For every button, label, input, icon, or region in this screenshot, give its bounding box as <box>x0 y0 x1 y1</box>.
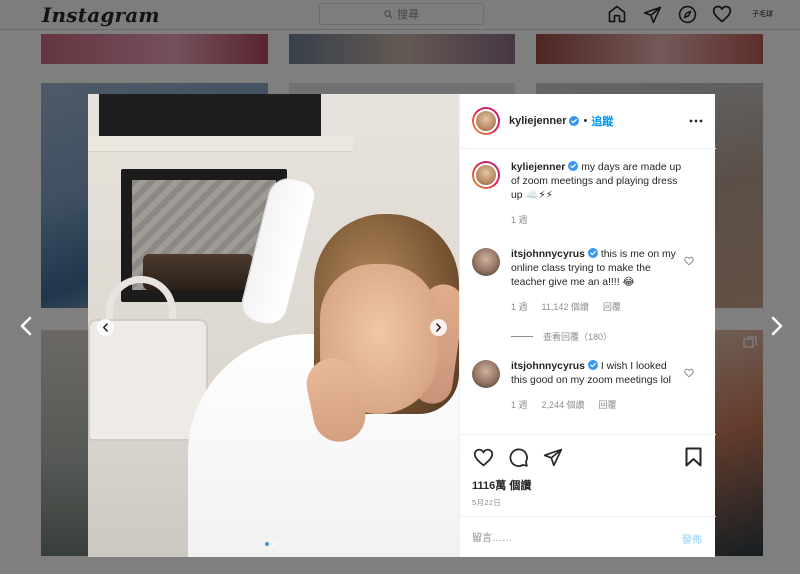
more-icon <box>689 119 703 123</box>
post-date[interactable]: 5月22日 <box>472 497 501 508</box>
photo-mantel <box>88 136 353 152</box>
comment-time[interactable]: 1 週 <box>511 300 528 313</box>
chevron-left-icon <box>103 323 108 332</box>
comment-likes[interactable]: 2,244 個讚 <box>542 398 585 411</box>
like-comment-icon[interactable] <box>684 368 694 378</box>
previous-post-button[interactable] <box>15 313 37 339</box>
carousel-prev-button[interactable] <box>97 319 114 336</box>
avatar[interactable] <box>472 248 500 276</box>
reply-button[interactable]: 回覆 <box>599 398 617 411</box>
next-post-button[interactable] <box>766 313 788 339</box>
save-icon <box>685 447 701 467</box>
post-modal: kyliejenner • 追蹤 kyliejenner my days are… <box>88 94 716 557</box>
comment-item: itsjohnnycyrus I wish I looked this good… <box>472 360 704 411</box>
share-button[interactable] <box>542 446 564 468</box>
like-button[interactable] <box>472 446 494 468</box>
verified-badge-icon <box>569 116 580 126</box>
comments-list[interactable]: kyliejenner my days are made up of zoom … <box>460 150 716 434</box>
comment-time[interactable]: 1 週 <box>511 398 528 411</box>
verified-badge-icon <box>587 248 598 258</box>
post-comment-button[interactable]: 發佈 <box>682 531 702 546</box>
comment-input[interactable] <box>472 529 662 547</box>
carousel-dot <box>265 542 269 546</box>
author-username[interactable]: kyliejenner <box>509 115 566 127</box>
post-photo[interactable] <box>88 94 459 557</box>
chevron-right-icon <box>436 323 441 332</box>
post-header: kyliejenner • 追蹤 <box>460 94 716 149</box>
view-replies-label: 查看回覆（180） <box>543 332 613 342</box>
like-comment-icon[interactable] <box>684 256 694 266</box>
post-actions: 1116萬 個讚 5月22日 發佈 <box>460 434 716 557</box>
share-icon <box>543 448 563 467</box>
avatar[interactable] <box>472 107 500 135</box>
carousel-dots <box>265 542 276 546</box>
likes-count[interactable]: 1116萬 個讚 <box>472 477 531 493</box>
chevron-right-icon <box>771 316 783 336</box>
follow-button[interactable]: 追蹤 <box>591 113 613 129</box>
action-icons <box>472 446 564 468</box>
view-replies-button[interactable]: 查看回覆（180） <box>511 330 612 343</box>
carousel-dot <box>272 542 276 546</box>
separator-dot: • <box>583 115 588 127</box>
caption-time[interactable]: 1 週 <box>511 213 528 226</box>
more-options-button[interactable] <box>688 114 704 128</box>
comment-username[interactable]: itsjohnnycyrus <box>511 361 585 372</box>
reply-button[interactable]: 回覆 <box>603 300 621 313</box>
add-comment-bar: 發佈 <box>460 516 716 558</box>
photo-tv <box>99 94 321 136</box>
comment-button[interactable] <box>507 446 529 468</box>
chevron-left-icon <box>20 316 32 336</box>
post-side-panel: kyliejenner • 追蹤 kyliejenner my days are… <box>459 94 716 557</box>
verified-badge-icon <box>568 161 579 171</box>
photo-bag <box>88 319 208 441</box>
avatar[interactable] <box>472 360 500 388</box>
avatar[interactable] <box>472 161 500 189</box>
like-icon <box>473 448 493 467</box>
view-replies-line <box>511 336 533 337</box>
caption-username[interactable]: kyliejenner <box>511 162 565 173</box>
save-button[interactable] <box>682 446 704 468</box>
carousel-next-button[interactable] <box>430 319 447 336</box>
comment-icon <box>509 448 528 467</box>
comment-username[interactable]: itsjohnnycyrus <box>511 249 585 260</box>
comment-item: itsjohnnycyrus this is me on my online c… <box>472 248 704 313</box>
caption: kyliejenner my days are made up of zoom … <box>472 161 704 226</box>
comment-likes[interactable]: 11,142 個讚 <box>542 300 589 313</box>
verified-badge-icon <box>587 360 598 370</box>
